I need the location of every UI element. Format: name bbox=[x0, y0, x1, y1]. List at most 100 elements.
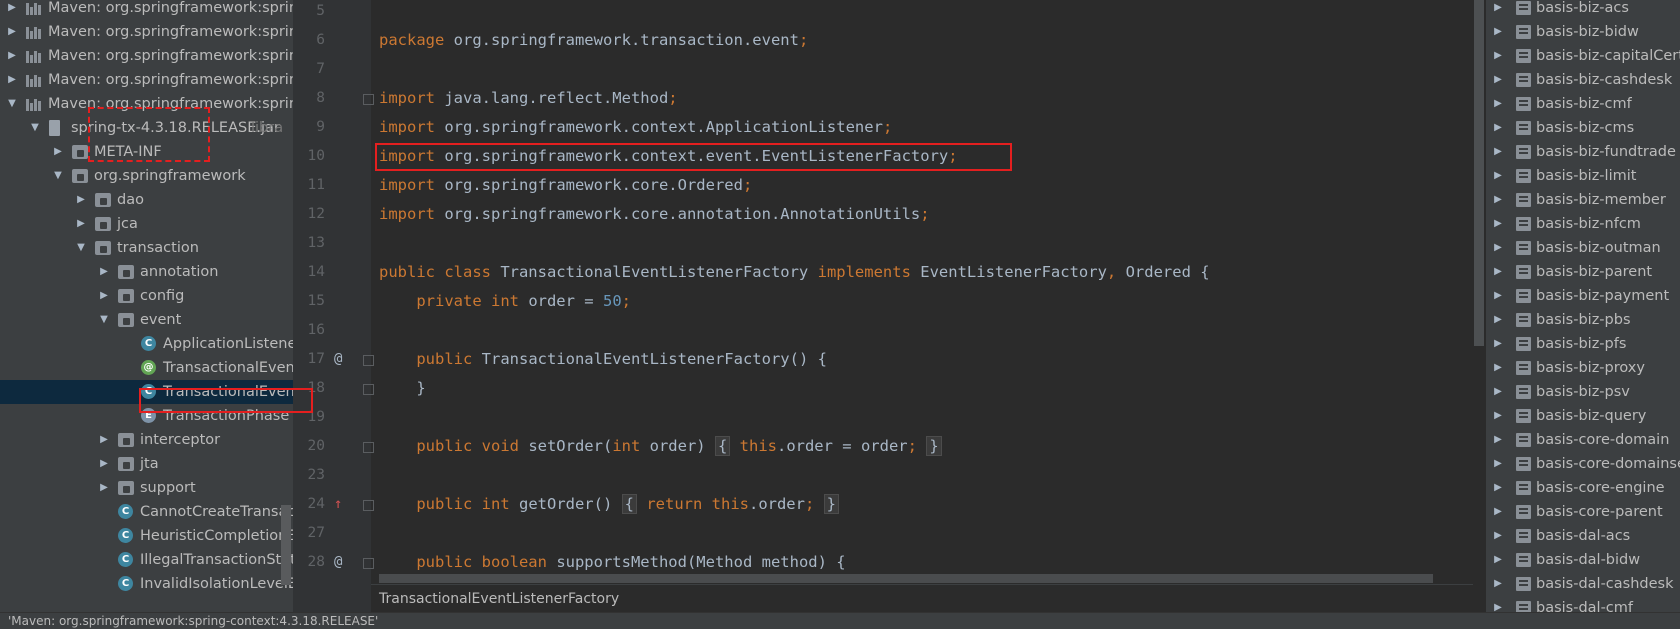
collapsed-arrow-icon[interactable]: ▶ bbox=[98, 284, 110, 308]
collapsed-arrow-icon[interactable]: ▶ bbox=[1492, 476, 1504, 500]
tree-item[interactable]: C TransactionalEvent bbox=[0, 380, 293, 404]
editor-breadcrumb[interactable]: TransactionalEventListenerFactory bbox=[371, 584, 1473, 613]
module-item[interactable]: ▶ basis-core-domainser bbox=[1486, 452, 1680, 476]
code-line[interactable]: public TransactionalEventListenerFactory… bbox=[379, 345, 827, 374]
collapsed-arrow-icon[interactable]: ▶ bbox=[1492, 548, 1504, 572]
project-tree-scrollbar[interactable] bbox=[281, 505, 291, 585]
module-item[interactable]: ▶ basis-biz-cms bbox=[1486, 116, 1680, 140]
override-gutter-icon[interactable]: @ bbox=[334, 554, 342, 570]
module-item[interactable]: ▶ basis-dal-cashdesk bbox=[1486, 572, 1680, 596]
collapsed-arrow-icon[interactable]: ▶ bbox=[98, 428, 110, 452]
collapsed-arrow-icon[interactable]: ▶ bbox=[1492, 404, 1504, 428]
module-item[interactable]: ▶ basis-core-parent bbox=[1486, 500, 1680, 524]
editor-horizontal-scrollbar[interactable] bbox=[379, 574, 1433, 583]
code-line[interactable]: public int getOrder() { return this.orde… bbox=[379, 490, 840, 519]
module-item[interactable]: ▶ basis-biz-outman bbox=[1486, 236, 1680, 260]
collapsed-arrow-icon[interactable]: ▶ bbox=[1492, 260, 1504, 284]
fold-marker-icon[interactable] bbox=[363, 558, 374, 569]
collapsed-arrow-icon[interactable]: ▶ bbox=[6, 0, 18, 20]
editor-vertical-scrollbar-thumb[interactable] bbox=[1474, 0, 1484, 346]
collapsed-arrow-icon[interactable]: ▶ bbox=[1492, 44, 1504, 68]
code-line[interactable]: private int order = 50; bbox=[379, 287, 631, 316]
tree-item[interactable]: ▶ config bbox=[0, 284, 293, 308]
expanded-arrow-icon[interactable]: ▼ bbox=[98, 308, 110, 332]
collapsed-arrow-icon[interactable]: ▶ bbox=[1492, 524, 1504, 548]
tree-item[interactable]: @ TransactionalEvent bbox=[0, 356, 293, 380]
collapsed-arrow-icon[interactable]: ▶ bbox=[1492, 20, 1504, 44]
tree-item[interactable]: ▼ org.springframework bbox=[0, 164, 293, 188]
collapsed-arrow-icon[interactable]: ▶ bbox=[1492, 92, 1504, 116]
collapsed-arrow-icon[interactable]: ▶ bbox=[1492, 572, 1504, 596]
collapsed-arrow-icon[interactable]: ▶ bbox=[1492, 308, 1504, 332]
module-item[interactable]: ▶ basis-dal-acs bbox=[1486, 524, 1680, 548]
collapsed-arrow-icon[interactable]: ▶ bbox=[1492, 284, 1504, 308]
code-line[interactable]: import org.springframework.context.event… bbox=[379, 142, 958, 171]
code-editor[interactable]: package org.springframework.transaction.… bbox=[379, 0, 1473, 584]
module-item[interactable]: ▶ basis-biz-psv bbox=[1486, 380, 1680, 404]
tree-item[interactable]: ▼ transaction bbox=[0, 236, 293, 260]
collapsed-arrow-icon[interactable]: ▶ bbox=[1492, 68, 1504, 92]
tree-item[interactable]: C ApplicationListene bbox=[0, 332, 293, 356]
module-item[interactable]: ▶ basis-biz-payment bbox=[1486, 284, 1680, 308]
fold-marker-icon[interactable] bbox=[363, 94, 374, 105]
module-item[interactable]: ▶ basis-biz-query bbox=[1486, 404, 1680, 428]
collapsed-arrow-icon[interactable]: ▶ bbox=[98, 260, 110, 284]
module-item[interactable]: ▶ basis-biz-nfcm bbox=[1486, 212, 1680, 236]
collapsed-arrow-icon[interactable]: ▶ bbox=[1492, 212, 1504, 236]
tree-item[interactable]: C InvalidIsolationLevelEx bbox=[0, 572, 293, 596]
collapsed-arrow-icon[interactable]: ▶ bbox=[1492, 332, 1504, 356]
collapsed-arrow-icon[interactable]: ▶ bbox=[1492, 500, 1504, 524]
code-line[interactable]: package org.springframework.transaction.… bbox=[379, 26, 808, 55]
expanded-arrow-icon[interactable]: ▼ bbox=[52, 164, 64, 188]
code-line[interactable]: import org.springframework.core.annotati… bbox=[379, 200, 930, 229]
collapsed-arrow-icon[interactable]: ▶ bbox=[98, 452, 110, 476]
code-line[interactable]: import org.springframework.core.Ordered; bbox=[379, 171, 752, 200]
code-line[interactable]: import org.springframework.context.Appli… bbox=[379, 113, 892, 142]
collapsed-arrow-icon[interactable]: ▶ bbox=[1492, 596, 1504, 612]
collapsed-arrow-icon[interactable]: ▶ bbox=[6, 68, 18, 92]
module-item[interactable]: ▶ basis-biz-acs bbox=[1486, 0, 1680, 20]
module-item[interactable]: ▶ basis-biz-cashdesk bbox=[1486, 68, 1680, 92]
module-item[interactable]: ▶ basis-biz-parent bbox=[1486, 260, 1680, 284]
collapsed-arrow-icon[interactable]: ▶ bbox=[1492, 356, 1504, 380]
module-item[interactable]: ▶ basis-biz-limit bbox=[1486, 164, 1680, 188]
module-item[interactable]: ▶ basis-dal-bidw bbox=[1486, 548, 1680, 572]
module-item[interactable]: ▶ basis-dal-cmf bbox=[1486, 596, 1680, 612]
fold-marker-icon[interactable] bbox=[363, 500, 374, 511]
module-item[interactable]: ▶ basis-core-domain bbox=[1486, 428, 1680, 452]
collapsed-arrow-icon[interactable]: ▶ bbox=[1492, 428, 1504, 452]
collapsed-arrow-icon[interactable]: ▶ bbox=[1492, 380, 1504, 404]
collapsed-arrow-icon[interactable]: ▶ bbox=[75, 212, 87, 236]
tree-item[interactable]: C CannotCreateTransact bbox=[0, 500, 293, 524]
collapsed-arrow-icon[interactable]: ▶ bbox=[98, 476, 110, 500]
code-line[interactable]: public void setOrder(int order) { this.o… bbox=[379, 432, 942, 461]
fold-marker-icon[interactable] bbox=[363, 384, 374, 395]
code-line[interactable]: } bbox=[379, 374, 425, 403]
tree-item[interactable]: ▶ Maven: org.springframework:spring- bbox=[0, 44, 293, 68]
tree-item[interactable]: ▶ META-INF bbox=[0, 140, 293, 164]
tree-item[interactable]: ▶ Maven: org.springframework:spring- bbox=[0, 68, 293, 92]
fold-marker-icon[interactable] bbox=[363, 442, 374, 453]
collapsed-arrow-icon[interactable]: ▶ bbox=[1492, 236, 1504, 260]
tree-item[interactable]: C HeuristicCompletionEx bbox=[0, 524, 293, 548]
collapsed-arrow-icon[interactable]: ▶ bbox=[1492, 140, 1504, 164]
collapsed-arrow-icon[interactable]: ▶ bbox=[6, 44, 18, 68]
expanded-arrow-icon[interactable]: ▼ bbox=[75, 236, 87, 260]
tree-item[interactable]: ▶ Maven: org.springframework:spring- bbox=[0, 0, 293, 20]
module-item[interactable]: ▶ basis-biz-cmf bbox=[1486, 92, 1680, 116]
tree-item[interactable]: C IllegalTransactionState bbox=[0, 548, 293, 572]
tree-item[interactable]: ▶ dao bbox=[0, 188, 293, 212]
override-gutter-icon[interactable]: @ bbox=[334, 351, 342, 367]
tree-item[interactable]: ▶ support bbox=[0, 476, 293, 500]
tree-item[interactable]: ▼ Maven: org.springframework:spring- bbox=[0, 92, 293, 116]
module-item[interactable]: ▶ basis-biz-bidw bbox=[1486, 20, 1680, 44]
collapsed-arrow-icon[interactable]: ▶ bbox=[1492, 452, 1504, 476]
module-item[interactable]: ▶ basis-biz-fundtrade bbox=[1486, 140, 1680, 164]
module-item[interactable]: ▶ basis-biz-pbs bbox=[1486, 308, 1680, 332]
tree-item[interactable]: ▶ annotation bbox=[0, 260, 293, 284]
expanded-arrow-icon[interactable]: ▼ bbox=[29, 116, 41, 140]
tree-item[interactable]: ▶ jta bbox=[0, 452, 293, 476]
collapsed-arrow-icon[interactable]: ▶ bbox=[6, 20, 18, 44]
tree-item[interactable]: ▶ jca bbox=[0, 212, 293, 236]
implements-gutter-icon[interactable]: ↑ bbox=[334, 496, 342, 512]
